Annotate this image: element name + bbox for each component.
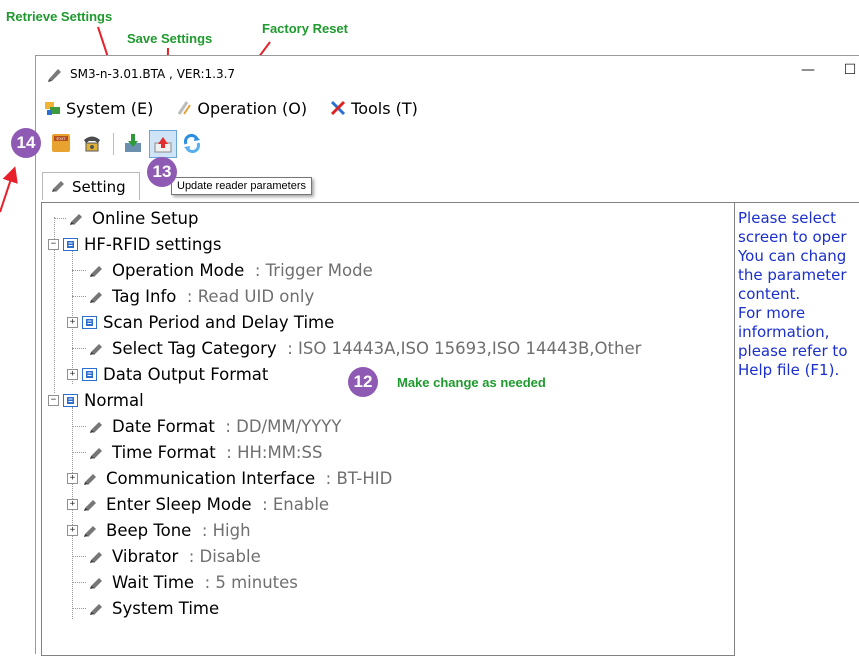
pencil-icon xyxy=(84,526,96,537)
help-line: You can chang xyxy=(738,247,847,265)
exit-button[interactable]: EXIT xyxy=(48,130,74,156)
expand-icon[interactable]: + xyxy=(67,368,78,380)
tree-item-system-time[interactable]: System Time xyxy=(72,595,219,621)
tree-item-time-format[interactable]: Time Format : HH:MM:SS xyxy=(72,439,322,465)
help-line: content. xyxy=(738,285,801,303)
tree-item-select-tag-category[interactable]: Select Tag Category : ISO 14443A,ISO 156… xyxy=(72,335,641,361)
exit-icon: EXIT xyxy=(52,134,70,152)
upload-icon xyxy=(154,137,172,153)
tools-icon xyxy=(331,100,346,116)
help-text: Please select screen to oper You can chang… xyxy=(735,203,859,380)
tree-item-communication-interface[interactable]: + Communication Interface : BT-HID xyxy=(67,465,392,491)
badge-13: 13 xyxy=(147,157,177,187)
tab-setting-label: Setting xyxy=(72,177,126,196)
connect-button[interactable] xyxy=(79,130,105,156)
help-line: Help file (F1). xyxy=(738,361,840,379)
collapse-icon[interactable]: − xyxy=(48,394,59,406)
collapse-icon[interactable]: − xyxy=(48,238,59,250)
pencil-icon xyxy=(84,474,96,485)
save-settings-button[interactable] xyxy=(149,130,177,158)
annotation-make-change: Make change as needed xyxy=(397,375,546,390)
expand-icon[interactable]: + xyxy=(67,498,78,510)
menu-operation[interactable]: Operation (O) xyxy=(175,99,307,118)
pencil-icon xyxy=(90,422,102,433)
pencil-icon xyxy=(90,578,102,589)
folder-icon xyxy=(82,367,97,381)
folder-icon xyxy=(63,237,78,251)
pencil-icon xyxy=(90,292,102,303)
tree-item-beep-tone[interactable]: + Beep Tone : High xyxy=(67,517,251,543)
tree-item-date-format[interactable]: Date Format : DD/MM/YYYY xyxy=(72,413,341,439)
tree-item-online-setup[interactable]: Online Setup xyxy=(54,205,199,231)
help-panel: Please select screen to oper You can chang… xyxy=(734,202,859,655)
download-icon xyxy=(125,134,141,152)
folder-icon xyxy=(82,315,97,329)
menu-system-label: System (E) xyxy=(66,98,154,118)
tree-item-operation-mode[interactable]: Operation Mode : Trigger Mode xyxy=(72,257,373,283)
pencil-icon xyxy=(90,448,102,459)
tree-item-vibrator[interactable]: Vibrator : Disable xyxy=(72,543,261,569)
title-bar: SM3-n-3.01.BTA , VER:1.3.7 — ☐ xyxy=(36,56,859,92)
app-pencil-icon xyxy=(48,69,61,82)
retrieve-settings-button[interactable] xyxy=(120,130,146,156)
help-line: screen to oper xyxy=(738,228,847,246)
tree-item-wait-time[interactable]: Wait Time : 5 minutes xyxy=(72,569,298,595)
tree-item-normal[interactable]: − Normal xyxy=(48,387,144,413)
system-icon xyxy=(45,102,60,115)
pencil-icon xyxy=(84,500,96,511)
settings-tree: Online Setup − HF-RFID settings Operatio… xyxy=(41,202,735,656)
menu-system[interactable]: System (E) xyxy=(44,99,153,118)
help-line: information, xyxy=(738,323,830,341)
badge-12: 12 xyxy=(348,367,378,397)
tree-item-enter-sleep-mode[interactable]: + Enter Sleep Mode : Enable xyxy=(67,491,329,517)
tree-item-data-output-format[interactable]: + Data Output Format xyxy=(67,361,268,387)
pencil-icon xyxy=(90,266,102,277)
menu-bar: System (E) Operation (O) Tools (T) xyxy=(36,94,859,122)
pencil-icon xyxy=(51,178,67,196)
maximize-button[interactable]: ☐ xyxy=(838,62,859,84)
help-line: For more xyxy=(738,304,806,322)
pencil-icon xyxy=(90,604,102,615)
pencil-icon xyxy=(70,214,82,225)
expand-icon[interactable]: + xyxy=(67,472,78,484)
svg-text:EXIT: EXIT xyxy=(57,136,66,141)
pencil-icon xyxy=(90,344,102,355)
app-window: SM3-n-3.01.BTA , VER:1.3.7 — ☐ System (E… xyxy=(35,55,859,656)
phone-icon xyxy=(84,136,100,152)
arrow-left xyxy=(0,166,18,213)
menu-tools[interactable]: Tools (T) xyxy=(329,99,418,118)
folder-icon xyxy=(63,393,78,407)
expand-icon[interactable]: + xyxy=(67,524,78,536)
tree-item-tag-info[interactable]: Tag Info : Read UID only xyxy=(72,283,314,309)
help-line: the parameter xyxy=(738,266,847,284)
tree-item-hf-rfid[interactable]: − HF-RFID settings xyxy=(48,231,221,257)
badge-14: 14 xyxy=(11,128,41,158)
tooltip: Update reader parameters xyxy=(171,177,313,195)
minimize-button[interactable]: — xyxy=(796,62,820,84)
expand-icon[interactable]: + xyxy=(67,316,78,328)
help-line: please refer to xyxy=(738,342,848,360)
menu-tools-label: Tools (T) xyxy=(351,98,418,118)
refresh-icon xyxy=(183,133,201,154)
factory-reset-button[interactable] xyxy=(179,130,205,156)
tree-item-scan-period[interactable]: + Scan Period and Delay Time xyxy=(67,309,334,335)
window-title: SM3-n-3.01.BTA , VER:1.3.7 xyxy=(70,67,236,81)
pencil-icon xyxy=(90,552,102,563)
help-line: Please select xyxy=(738,209,837,227)
tab-setting[interactable]: Setting xyxy=(42,172,140,200)
operation-icon xyxy=(178,101,192,115)
menu-operation-label: Operation (O) xyxy=(197,98,308,118)
